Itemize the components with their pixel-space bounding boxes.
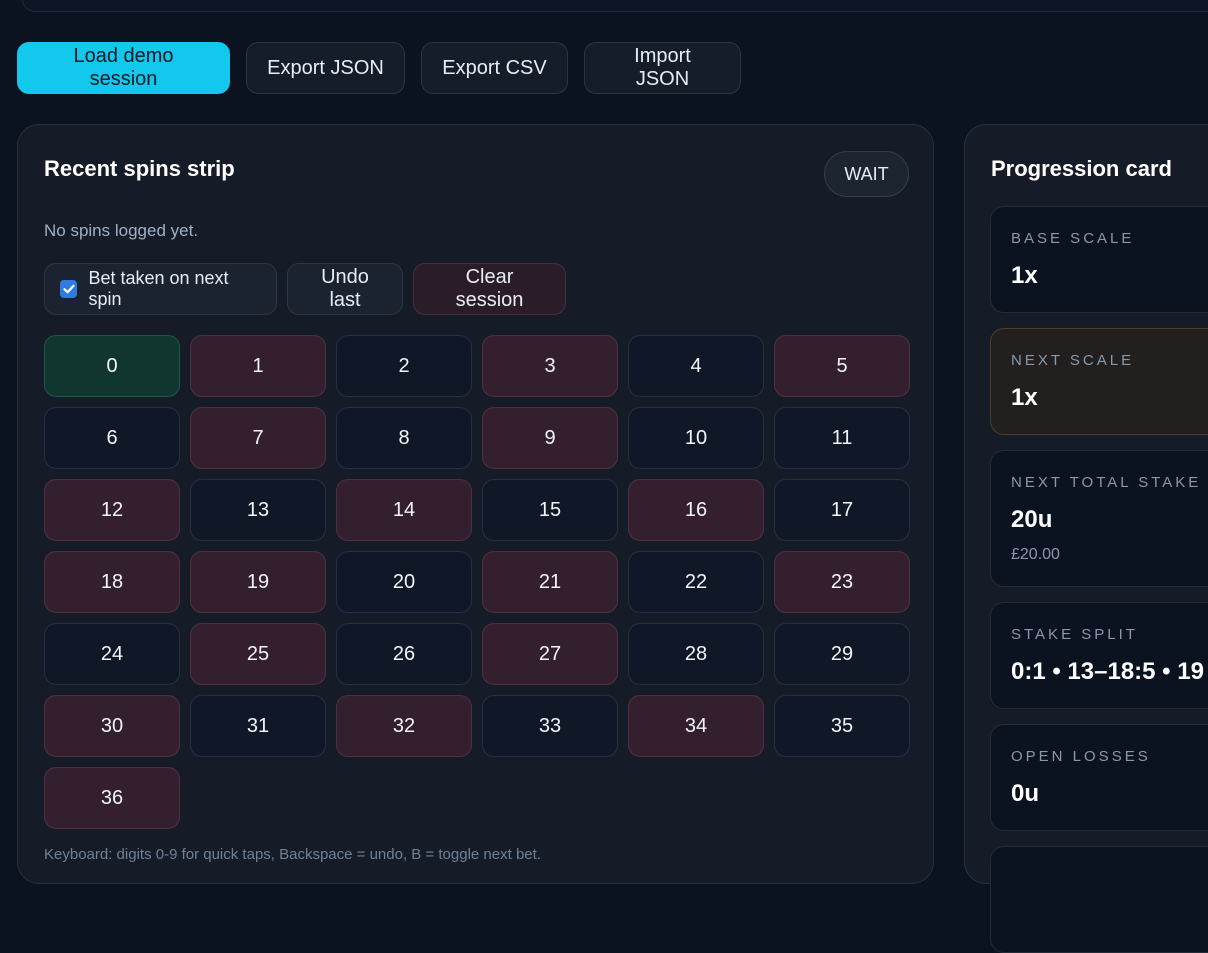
checkbox-checked-icon[interactable] (60, 280, 78, 298)
clear-session-button[interactable]: Clear session (413, 263, 566, 315)
number-cell-35[interactable]: 35 (774, 695, 910, 757)
number-cell-10[interactable]: 10 (628, 407, 764, 469)
keyboard-hint: Keyboard: digits 0-9 for quick taps, Bac… (44, 846, 541, 863)
recent-spins-panel: Recent spins strip WAIT No spins logged … (17, 124, 934, 884)
number-cell-1[interactable]: 1 (190, 335, 326, 397)
bet-next-spin-toggle[interactable]: Bet taken on next spin (44, 263, 277, 315)
next-total-stake-label: NEXT TOTAL STAKE (1011, 474, 1202, 491)
number-cell-13[interactable]: 13 (190, 479, 326, 541)
number-cell-21[interactable]: 21 (482, 551, 618, 613)
number-cell-6[interactable]: 6 (44, 407, 180, 469)
number-cell-0[interactable]: 0 (44, 335, 180, 397)
number-cell-8[interactable]: 8 (336, 407, 472, 469)
number-cell-26[interactable]: 26 (336, 623, 472, 685)
number-cell-36[interactable]: 36 (44, 767, 180, 829)
next-scale-stat: NEXT SCALE 1x (990, 328, 1208, 435)
number-cell-4[interactable]: 4 (628, 335, 764, 397)
import-json-button[interactable]: Import JSON (584, 42, 741, 94)
next-total-stake-stat: NEXT TOTAL STAKE 20u £20.00 (990, 450, 1208, 587)
number-cell-14[interactable]: 14 (336, 479, 472, 541)
spin-controls: Bet taken on next spin Undo last Clear s… (44, 263, 566, 315)
top-bar (22, 0, 1208, 12)
number-cell-27[interactable]: 27 (482, 623, 618, 685)
export-csv-button[interactable]: Export CSV (421, 42, 568, 94)
number-cell-18[interactable]: 18 (44, 551, 180, 613)
progression-title: Progression card (991, 156, 1172, 181)
status-badge: WAIT (824, 151, 909, 197)
next-total-stake-money: £20.00 (1011, 546, 1060, 563)
additional-stat (990, 846, 1208, 953)
number-cell-16[interactable]: 16 (628, 479, 764, 541)
load-demo-session-button[interactable]: Load demo session (17, 42, 230, 94)
number-cell-20[interactable]: 20 (336, 551, 472, 613)
number-cell-30[interactable]: 30 (44, 695, 180, 757)
base-scale-label: BASE SCALE (1011, 230, 1135, 247)
number-cell-22[interactable]: 22 (628, 551, 764, 613)
bet-next-spin-label: Bet taken on next spin (88, 268, 229, 309)
base-scale-value: 1x (1011, 262, 1038, 289)
number-cell-11[interactable]: 11 (774, 407, 910, 469)
stake-split-label: STAKE SPLIT (1011, 626, 1138, 643)
number-cell-33[interactable]: 33 (482, 695, 618, 757)
number-cell-9[interactable]: 9 (482, 407, 618, 469)
base-scale-stat: BASE SCALE 1x (990, 206, 1208, 313)
stake-split-value: 0:1 • 13–18:5 • 19 (1011, 658, 1204, 685)
open-losses-label: OPEN LOSSES (1011, 748, 1151, 765)
number-cell-5[interactable]: 5 (774, 335, 910, 397)
stake-split-stat: STAKE SPLIT 0:1 • 13–18:5 • 19 (990, 602, 1208, 709)
next-scale-label: NEXT SCALE (1011, 352, 1135, 369)
next-scale-value: 1x (1011, 384, 1038, 411)
number-cell-7[interactable]: 7 (190, 407, 326, 469)
next-total-stake-value: 20u (1011, 506, 1053, 533)
progression-card: Progression card BASE SCALE 1x NEXT SCAL… (964, 124, 1208, 953)
number-cell-15[interactable]: 15 (482, 479, 618, 541)
number-cell-28[interactable]: 28 (628, 623, 764, 685)
number-cell-25[interactable]: 25 (190, 623, 326, 685)
open-losses-stat: OPEN LOSSES 0u (990, 724, 1208, 831)
export-json-button[interactable]: Export JSON (246, 42, 405, 94)
number-cell-17[interactable]: 17 (774, 479, 910, 541)
number-cell-3[interactable]: 3 (482, 335, 618, 397)
number-cell-32[interactable]: 32 (336, 695, 472, 757)
number-cell-12[interactable]: 12 (44, 479, 180, 541)
number-cell-2[interactable]: 2 (336, 335, 472, 397)
number-cell-34[interactable]: 34 (628, 695, 764, 757)
recent-spins-title: Recent spins strip (44, 156, 235, 181)
session-actions: Load demo session Export JSON Export CSV… (17, 42, 741, 94)
number-cell-23[interactable]: 23 (774, 551, 910, 613)
number-cell-24[interactable]: 24 (44, 623, 180, 685)
open-losses-value: 0u (1011, 780, 1040, 807)
undo-last-button[interactable]: Undo last (287, 263, 403, 315)
number-cell-19[interactable]: 19 (190, 551, 326, 613)
empty-state-text: No spins logged yet. (44, 221, 199, 240)
number-cell-31[interactable]: 31 (190, 695, 326, 757)
number-cell-29[interactable]: 29 (774, 623, 910, 685)
